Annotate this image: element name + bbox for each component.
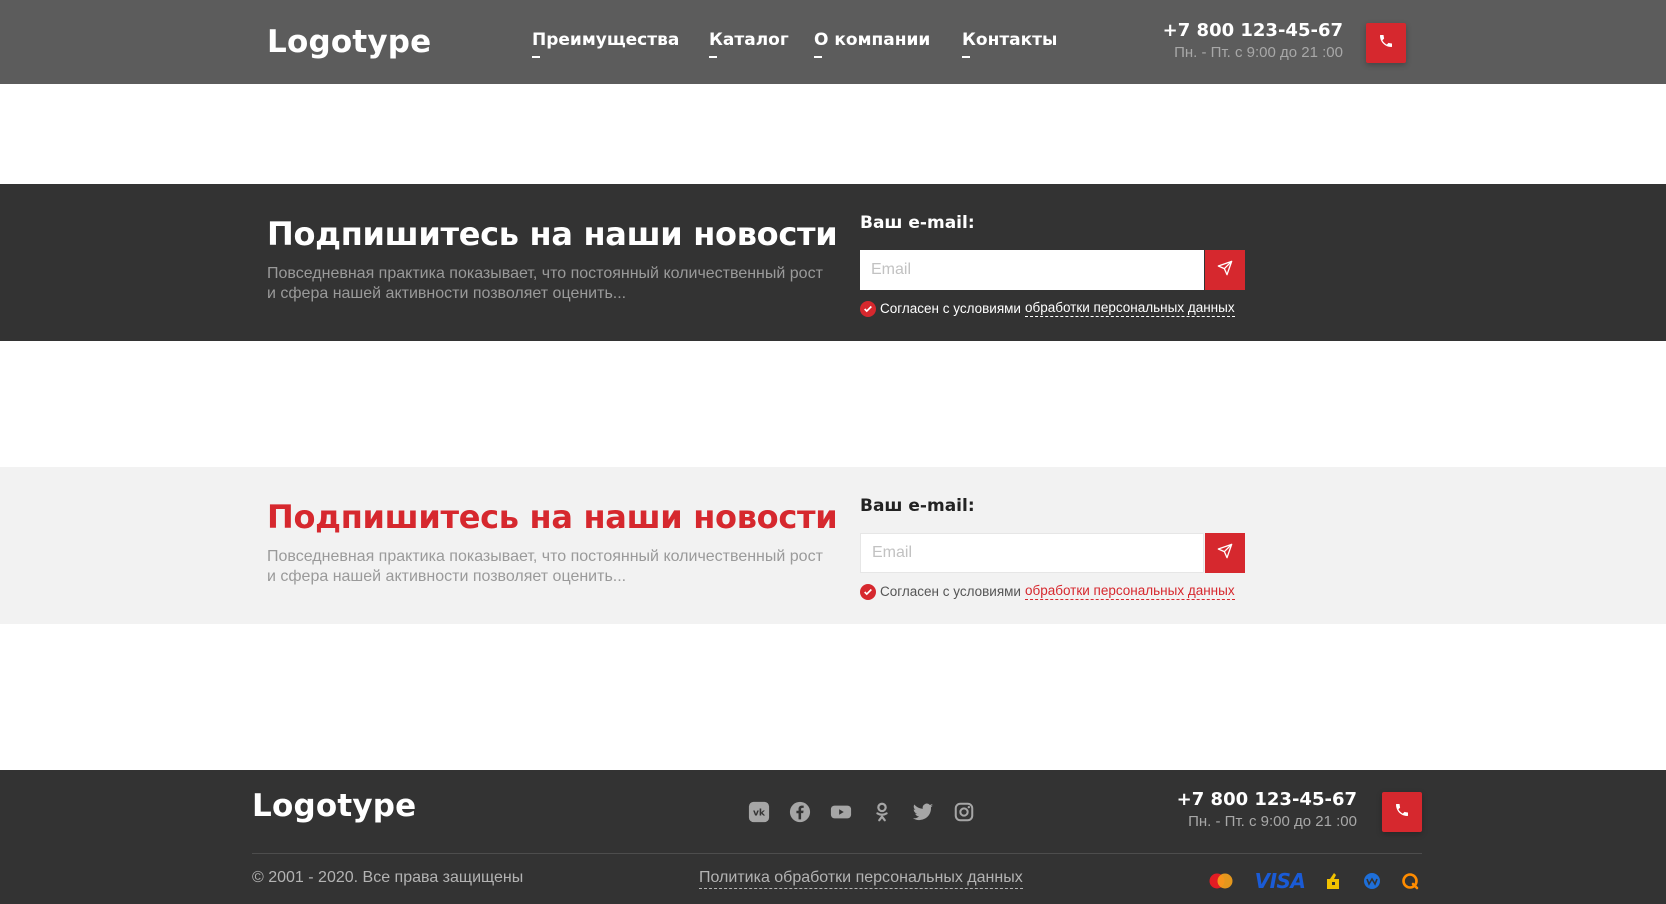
nav-link-advantages[interactable]: Преимущества <box>532 30 679 58</box>
email-label: Ваш e-mail: <box>860 496 975 516</box>
email-label: Ваш e-mail: <box>860 213 975 233</box>
agreement-text: Согласен с условиями <box>880 584 1021 599</box>
paper-plane-icon <box>1217 260 1233 281</box>
svg-text:vk: vk <box>753 808 766 819</box>
check-icon <box>860 300 876 317</box>
subscribe-submit-button[interactable] <box>1205 250 1245 290</box>
phone-icon <box>1394 802 1410 823</box>
header-call-button[interactable] <box>1366 23 1406 63</box>
mastercard-icon <box>1207 870 1235 892</box>
vk-icon[interactable]: vk <box>747 800 771 824</box>
subscribe-section-light <box>0 467 1666 624</box>
agreement-link[interactable]: обработки персональных данных <box>1024 300 1235 317</box>
twitter-icon[interactable] <box>911 800 935 824</box>
subscribe-title: Подпишитесь на наши новости <box>267 498 838 536</box>
youtube-icon[interactable] <box>829 800 853 824</box>
footer-call-button[interactable] <box>1382 792 1422 832</box>
header-hours: Пн. - Пт. с 9:00 до 21 :00 <box>1174 44 1343 61</box>
paper-plane-icon <box>1217 543 1233 564</box>
copyright: © 2001 - 2020. Все права защищены <box>252 869 524 886</box>
subscribe-description: Повседневная практика показывает, что по… <box>267 265 823 302</box>
facebook-icon[interactable] <box>788 800 812 824</box>
agreement-link[interactable]: обработки персональных данных <box>1024 583 1235 600</box>
header-phone[interactable]: +7 800 123-45-67 <box>1163 20 1343 41</box>
subscribe-description: Повседневная практика показывает, что по… <box>267 548 823 585</box>
check-icon <box>860 583 876 600</box>
footer-logo[interactable]: Logotype <box>252 788 416 824</box>
nav-link-about[interactable]: О компании <box>814 30 930 58</box>
footer-phone[interactable]: +7 800 123-45-67 <box>1177 789 1357 810</box>
agreement-text: Согласен с условиями <box>880 301 1021 316</box>
visa-icon: VISA <box>1254 869 1306 893</box>
subscribe-section-dark <box>0 184 1666 341</box>
phone-icon <box>1378 33 1394 54</box>
agreement-checkbox[interactable]: Согласен с условиями обработки персональ… <box>860 300 1235 317</box>
instagram-icon[interactable] <box>952 800 976 824</box>
email-input[interactable] <box>860 533 1204 573</box>
nav-link-contacts[interactable]: Контакты <box>962 30 1057 58</box>
webmoney-icon <box>1362 870 1382 892</box>
agreement-checkbox[interactable]: Согласен с условиями обработки персональ… <box>860 583 1235 600</box>
header-logo[interactable]: Logotype <box>267 24 431 60</box>
nav-link-catalog[interactable]: Каталог <box>709 30 789 58</box>
qiwi-icon <box>1400 870 1420 892</box>
subscribe-submit-button[interactable] <box>1205 533 1245 573</box>
odnoklassniki-icon[interactable] <box>870 800 894 824</box>
subscribe-title: Подпишитесь на наши новости <box>267 215 838 253</box>
privacy-policy-link[interactable]: Политика обработки персональных данных <box>699 869 1023 889</box>
footer-divider <box>252 853 1422 854</box>
email-input[interactable] <box>860 250 1204 290</box>
footer-hours: Пн. - Пт. с 9:00 до 21 :00 <box>1188 813 1357 830</box>
yandex-money-icon <box>1324 870 1342 892</box>
